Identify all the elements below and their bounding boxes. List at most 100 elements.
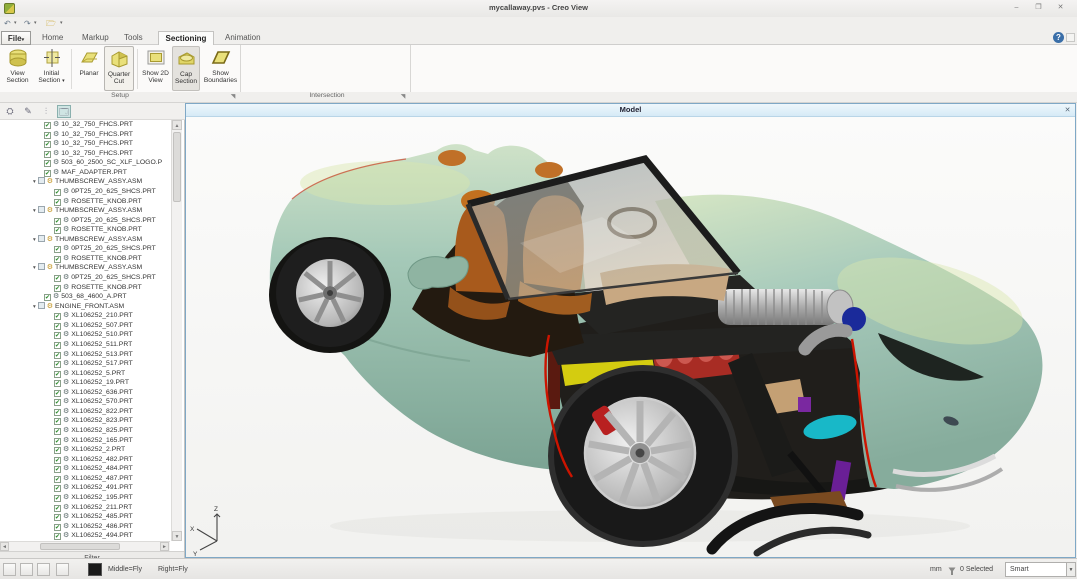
visibility-checkbox[interactable]: ✔ [54, 457, 61, 464]
tree-item[interactable]: ✔⚙10_32_750_FHCS.PRT [0, 149, 170, 159]
visibility-checkbox[interactable]: ✔ [54, 505, 61, 512]
tree-item[interactable]: ✔⚙0PT25_20_625_SHCS.PRT [0, 244, 170, 254]
visibility-checkbox[interactable]: ✔ [54, 285, 61, 292]
tree-item[interactable]: ✔⚙XL106252_570.PRT [0, 397, 170, 407]
visibility-checkbox[interactable]: ✔ [54, 199, 61, 206]
visibility-checkbox[interactable]: ✔ [54, 275, 61, 282]
tab-markup[interactable]: Markup [76, 31, 115, 45]
tree-item[interactable]: ✔⚙0PT25_20_625_SHCS.PRT [0, 187, 170, 197]
visibility-checkbox[interactable]: ✔ [44, 151, 51, 158]
visibility-checkbox[interactable]: ✔ [44, 294, 51, 301]
scroll-up-icon[interactable]: ▲ [172, 120, 182, 130]
tree-item[interactable]: ✔⚙10_32_750_FHCS.PRT [0, 139, 170, 149]
vscroll-thumb[interactable] [173, 132, 181, 202]
viewport-header[interactable]: Model [186, 104, 1075, 117]
tree-item[interactable]: ✔⚙XL106252_484.PRT [0, 464, 170, 474]
tree-horizontal-scrollbar[interactable]: ◄ ► [0, 541, 170, 551]
cap-section-button[interactable]: Cap Section [172, 46, 200, 91]
tab-home[interactable]: Home [36, 31, 69, 45]
tree-item[interactable]: ✔⚙XL106252_510.PRT [0, 330, 170, 340]
tree-item[interactable]: ▾⚙THUMBSCREW_ASSY.ASM [0, 235, 170, 245]
undo-icon[interactable]: ↶ [4, 18, 11, 29]
visibility-checkbox[interactable]: ✔ [54, 533, 61, 540]
visibility-checkbox[interactable]: ✔ [54, 390, 61, 397]
background-color-icon[interactable] [88, 563, 102, 576]
tree-item[interactable]: ✔⚙XL106252_2.PRT [0, 445, 170, 455]
tree-item[interactable]: ✔⚙XL106252_491.PRT [0, 483, 170, 493]
viewable-icon[interactable] [38, 235, 45, 242]
tree-vertical-scrollbar[interactable]: ▲ ▼ [171, 120, 182, 541]
tree-item[interactable]: ✔⚙XL106252_211.PRT [0, 503, 170, 513]
tree-item[interactable]: ✔⚙XL106252_195.PRT [0, 493, 170, 503]
3d-canvas[interactable]: Z X Y [186, 117, 1075, 557]
visibility-checkbox[interactable]: ✔ [54, 218, 61, 225]
visibility-checkbox[interactable]: ✔ [54, 323, 61, 330]
tab-sectioning[interactable]: Sectioning [158, 31, 214, 45]
tree-item[interactable]: ✔⚙ROSETTE_KNOB.PRT [0, 254, 170, 264]
tree-item[interactable]: ✔⚙XL106252_487.PRT [0, 474, 170, 484]
minimize-button[interactable]: – [1008, 2, 1025, 14]
visibility-checkbox[interactable]: ✔ [54, 313, 61, 320]
tab-file[interactable]: File▾ [1, 31, 31, 45]
help-icon[interactable]: ? [1053, 32, 1064, 43]
rear-wheel[interactable] [276, 239, 384, 347]
show-boundaries-button[interactable]: Show Boundaries [203, 46, 238, 91]
visibility-checkbox[interactable]: ✔ [44, 160, 51, 167]
expand-arrow-icon[interactable]: ▾ [33, 265, 36, 271]
visibility-checkbox[interactable]: ✔ [44, 122, 51, 129]
visibility-checkbox[interactable]: ✔ [54, 514, 61, 521]
quarter-cut-button[interactable]: Quarter Cut [104, 46, 134, 91]
selection-filter-combo[interactable]: Smart [1005, 562, 1067, 577]
tree-item[interactable]: ✔⚙ROSETTE_KNOB.PRT [0, 283, 170, 293]
tree-item[interactable]: ✔⚙XL106252_494.PRT [0, 531, 170, 541]
tree-structure-icon[interactable]: ⫶ [39, 105, 53, 118]
tree-item[interactable]: ✔⚙ROSETTE_KNOB.PRT [0, 197, 170, 207]
visibility-checkbox[interactable]: ✔ [54, 380, 61, 387]
visibility-checkbox[interactable]: ✔ [54, 342, 61, 349]
tree-item[interactable]: ✔⚙0PT25_20_625_SHCS.PRT [0, 216, 170, 226]
display-style-icon-3[interactable] [37, 563, 50, 576]
show-2d-view-button[interactable]: Show 2D View [140, 46, 171, 91]
redo-dropdown-icon[interactable]: ▾ [34, 20, 37, 26]
expand-arrow-icon[interactable]: ▾ [33, 208, 36, 214]
erase-markup-icon[interactable]: ✎ [21, 105, 35, 118]
qat-dropdown-icon[interactable]: ▾ [60, 20, 63, 26]
redo-icon[interactable]: ↷ [24, 18, 31, 29]
panel-toggle-icon[interactable]: 🗔 [57, 105, 71, 118]
tree-item[interactable]: ✔⚙0PT25_20_625_SHCS.PRT [0, 273, 170, 283]
expand-arrow-icon[interactable]: ▾ [33, 237, 36, 243]
tree-item[interactable]: ✔⚙XL106252_823.PRT [0, 416, 170, 426]
display-style-icon-2[interactable] [20, 563, 33, 576]
planar-button[interactable]: Planar [75, 46, 103, 91]
hscroll-thumb[interactable] [40, 543, 120, 550]
tree-item[interactable]: ✔⚙XL106252_513.PRT [0, 350, 170, 360]
tree-item[interactable]: ✔⚙XL106252_486.PRT [0, 522, 170, 532]
tree-item[interactable]: ✔⚙XL106252_511.PRT [0, 340, 170, 350]
viewable-icon[interactable] [38, 263, 45, 270]
tree-item[interactable]: ✔⚙XL106252_19.PRT [0, 378, 170, 388]
viewable-icon[interactable] [38, 206, 45, 213]
tree-item[interactable]: ✔⚙XL106252_5.PRT [0, 369, 170, 379]
visibility-checkbox[interactable]: ✔ [54, 485, 61, 492]
visibility-checkbox[interactable]: ✔ [54, 409, 61, 416]
restore-button[interactable]: ❐ [1030, 2, 1047, 14]
visibility-checkbox[interactable]: ✔ [54, 371, 61, 378]
visibility-checkbox[interactable]: ✔ [44, 170, 51, 177]
visibility-checkbox[interactable]: ✔ [54, 332, 61, 339]
tree-item[interactable]: ✔⚙503_68_4600_A.PRT [0, 292, 170, 302]
visibility-checkbox[interactable]: ✔ [54, 466, 61, 473]
visibility-checkbox[interactable]: ✔ [54, 428, 61, 435]
setup-launcher-icon[interactable]: ◥ [229, 93, 237, 101]
viewport-close-icon[interactable]: ✕ [1062, 105, 1073, 116]
tree-item[interactable]: ✔⚙10_32_750_FHCS.PRT [0, 120, 170, 130]
tree-item[interactable]: ✔⚙XL106252_825.PRT [0, 426, 170, 436]
visibility-checkbox[interactable]: ✔ [54, 524, 61, 531]
tree-item[interactable]: ✔⚙XL106252_482.PRT [0, 455, 170, 465]
tree-item[interactable]: ✔⚙XL106252_485.PRT [0, 512, 170, 522]
visibility-checkbox[interactable]: ✔ [44, 141, 51, 148]
visibility-checkbox[interactable]: ✔ [54, 447, 61, 454]
visibility-checkbox[interactable]: ✔ [54, 352, 61, 359]
visibility-checkbox[interactable]: ✔ [54, 246, 61, 253]
viewable-icon[interactable] [38, 177, 45, 184]
visibility-checkbox[interactable]: ✔ [54, 476, 61, 483]
